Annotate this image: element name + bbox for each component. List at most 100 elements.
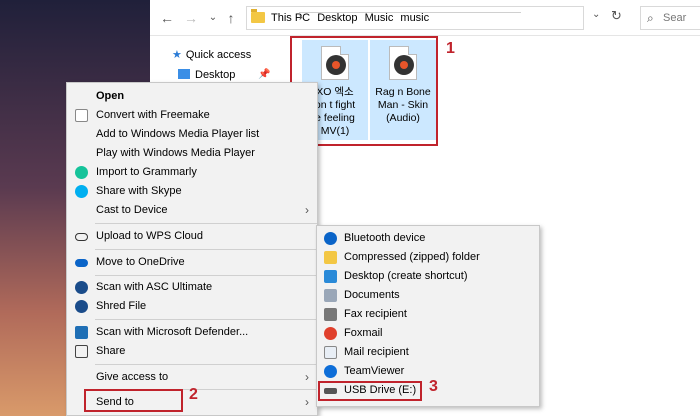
teamviewer-icon bbox=[324, 365, 337, 378]
address-dropdown-icon[interactable]: ⌄ bbox=[592, 9, 600, 20]
submenu-item-teamviewer[interactable]: TeamViewer bbox=[317, 362, 539, 381]
menu-divider bbox=[95, 223, 317, 224]
submenu-item-bluetooth[interactable]: Bluetooth device bbox=[317, 229, 539, 248]
forward-arrow-icon[interactable]: → bbox=[182, 9, 200, 27]
submenu-item-desktop[interactable]: Desktop (create shortcut) bbox=[317, 267, 539, 286]
address-bar[interactable]: › This PC › Desktop › Music › music bbox=[246, 6, 584, 30]
menu-item-convert-freemake[interactable]: Convert with Freemake bbox=[67, 106, 317, 125]
step-number: 1 bbox=[446, 40, 455, 57]
menu-divider bbox=[95, 275, 317, 276]
defender-icon bbox=[75, 326, 88, 339]
context-menu: Open Convert with Freemake Add to Window… bbox=[66, 82, 318, 416]
menu-item-play-wmp[interactable]: Play with Windows Media Player bbox=[67, 144, 317, 163]
foxmail-icon bbox=[324, 327, 337, 340]
menu-label: Play with Windows Media Player bbox=[96, 147, 255, 159]
breadcrumb-item[interactable]: Desktop bbox=[317, 12, 357, 24]
menu-label: Bluetooth device bbox=[344, 232, 426, 244]
menu-item-add-wmp-list[interactable]: Add to Windows Media Player list bbox=[67, 125, 317, 144]
menu-label: Move to OneDrive bbox=[96, 256, 185, 268]
nav-label: Quick access bbox=[185, 49, 252, 61]
menu-label: Add to Windows Media Player list bbox=[96, 128, 260, 140]
menu-item-share[interactable]: Share bbox=[67, 342, 317, 361]
menu-label: Desktop (create shortcut) bbox=[344, 270, 468, 282]
breadcrumb-item[interactable]: This PC bbox=[271, 12, 310, 24]
nav-label: Desktop bbox=[195, 69, 236, 81]
menu-label: Open bbox=[96, 90, 125, 102]
shred-icon bbox=[75, 300, 88, 313]
breadcrumb-item[interactable]: music bbox=[400, 12, 429, 24]
menu-label: Cast to Device bbox=[96, 204, 168, 216]
menu-item-upload-wps[interactable]: Upload to WPS Cloud bbox=[67, 227, 317, 246]
menu-item-shred-file[interactable]: Shred File bbox=[67, 297, 317, 316]
skype-icon bbox=[75, 185, 88, 198]
menu-label: Scan with ASC Ultimate bbox=[96, 281, 213, 293]
nav-item-desktop[interactable]: Desktop bbox=[178, 69, 235, 81]
menu-item-open[interactable]: Open bbox=[67, 87, 317, 106]
menu-item-move-onedrive[interactable]: Move to OneDrive bbox=[67, 253, 317, 272]
chevron-right-icon: › bbox=[299, 12, 521, 23]
menu-label: Fax recipient bbox=[344, 308, 407, 320]
cloud-icon bbox=[75, 233, 88, 241]
annotation-box-send-to bbox=[84, 389, 183, 412]
fax-icon bbox=[324, 308, 337, 321]
step-number: 3 bbox=[429, 378, 438, 395]
menu-label: Import to Grammarly bbox=[96, 166, 197, 178]
menu-label: Compressed (zipped) folder bbox=[344, 251, 480, 263]
menu-item-scan-asc[interactable]: Scan with ASC Ultimate bbox=[67, 278, 317, 297]
breadcrumb: › This PC › Desktop › Music › music bbox=[271, 12, 521, 24]
submenu-item-fax[interactable]: Fax recipient bbox=[317, 305, 539, 324]
menu-divider bbox=[95, 249, 317, 250]
annotation-box-usb bbox=[318, 381, 422, 401]
address-toolbar: ← → ⌄ ↑ › This PC › Desktop › Music › mu… bbox=[150, 0, 700, 36]
menu-label: Scan with Microsoft Defender... bbox=[96, 326, 249, 338]
menu-label: Mail recipient bbox=[344, 346, 409, 358]
desktop-icon bbox=[324, 270, 337, 283]
chevron-right-icon: › bbox=[305, 395, 309, 409]
chevron-right-icon: › bbox=[305, 370, 309, 384]
submenu-item-documents[interactable]: Documents bbox=[317, 286, 539, 305]
bluetooth-icon bbox=[324, 232, 337, 245]
breadcrumb-item[interactable]: Music bbox=[365, 12, 394, 24]
desktop-icon bbox=[178, 69, 190, 79]
menu-divider bbox=[95, 319, 317, 320]
menu-label: TeamViewer bbox=[344, 365, 405, 377]
pin-icon: 📌 bbox=[258, 69, 271, 80]
menu-label: Foxmail bbox=[344, 327, 383, 339]
asc-icon bbox=[75, 281, 88, 294]
send-to-submenu: Bluetooth device Compressed (zipped) fol… bbox=[316, 225, 540, 407]
documents-icon bbox=[324, 289, 337, 302]
share-icon bbox=[75, 345, 88, 358]
up-arrow-icon[interactable]: ↑ bbox=[222, 9, 240, 27]
chevron-right-icon: › bbox=[305, 203, 309, 217]
submenu-item-mail[interactable]: Mail recipient bbox=[317, 343, 539, 362]
nav-item-quick-access[interactable]: ★ Quick access bbox=[172, 48, 251, 61]
search-input[interactable]: ⌕ Sear bbox=[640, 6, 700, 30]
menu-label: Give access to bbox=[96, 371, 169, 383]
grammarly-icon bbox=[75, 166, 88, 179]
menu-item-import-grammarly[interactable]: Import to Grammarly bbox=[67, 163, 317, 182]
mail-icon bbox=[324, 346, 337, 359]
zip-folder-icon bbox=[324, 251, 337, 264]
back-arrow-icon[interactable]: ← bbox=[158, 9, 176, 27]
menu-item-scan-defender[interactable]: Scan with Microsoft Defender... bbox=[67, 323, 317, 342]
menu-label: Share bbox=[96, 345, 126, 357]
star-icon: ★ bbox=[172, 49, 182, 61]
menu-divider bbox=[95, 364, 317, 365]
menu-label: Share with Skype bbox=[96, 185, 182, 197]
menu-label: Convert with Freemake bbox=[96, 109, 210, 121]
menu-item-share-skype[interactable]: Share with Skype bbox=[67, 182, 317, 201]
menu-label: Shred File bbox=[96, 300, 147, 312]
menu-item-give-access[interactable]: Give access to › bbox=[67, 368, 317, 387]
menu-item-cast-to-device[interactable]: Cast to Device › bbox=[67, 201, 317, 220]
refresh-icon[interactable]: ↻ bbox=[611, 8, 622, 24]
submenu-item-foxmail[interactable]: Foxmail bbox=[317, 324, 539, 343]
onedrive-icon bbox=[75, 259, 88, 267]
folder-icon bbox=[251, 9, 265, 23]
search-placeholder: Sear bbox=[663, 12, 687, 24]
menu-label: Upload to WPS Cloud bbox=[96, 230, 203, 242]
step-number: 2 bbox=[189, 386, 198, 403]
document-icon bbox=[75, 109, 88, 122]
menu-label: Documents bbox=[344, 289, 400, 301]
submenu-item-zip[interactable]: Compressed (zipped) folder bbox=[317, 248, 539, 267]
recent-chevron-icon[interactable]: ⌄ bbox=[204, 9, 222, 27]
